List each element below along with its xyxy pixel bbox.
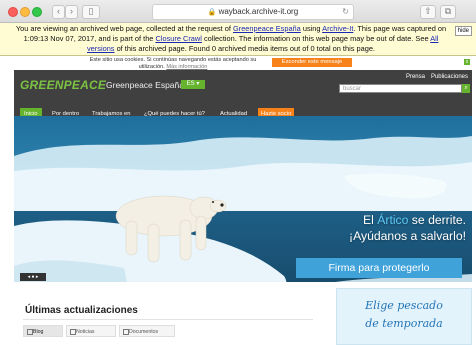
address-bar[interactable]: 🔒 wayback.archive-it.org ↻	[152, 4, 354, 20]
divider	[23, 319, 313, 320]
slider-controls[interactable]: ◂ ● ▸	[20, 273, 46, 281]
tab-documentos[interactable]: Documentos	[119, 325, 175, 337]
promo-line-1: Elige pescado	[365, 299, 443, 312]
close-icon[interactable]: x	[464, 59, 470, 65]
greenpeace-site: Este sitio usa cookies. Si continúas nav…	[14, 56, 472, 345]
tab-noticias[interactable]: Noticias	[66, 325, 116, 337]
cookie-notice: Este sitio usa cookies. Si continúas nav…	[14, 56, 472, 70]
country-selector[interactable]: ES ▾	[181, 80, 205, 89]
sidebar-button[interactable]: ▯	[82, 5, 100, 19]
document-icon	[123, 329, 129, 335]
close-window-button[interactable]	[8, 7, 18, 17]
tabs-icon: ⧉	[444, 6, 452, 16]
share-icon: ⇧	[424, 6, 432, 16]
blog-icon	[27, 329, 33, 335]
hero-headline: El Ártico se derrite. ¡Ayúdanos a salvar…	[349, 213, 466, 243]
link-prensa[interactable]: Prensa	[406, 74, 425, 80]
reload-icon[interactable]: ↻	[342, 5, 349, 19]
chevron-left-icon: ‹	[57, 6, 60, 16]
link-closure-crawl[interactable]: Closure Crawl	[155, 34, 201, 43]
sidebar-icon: ▯	[88, 6, 94, 16]
hide-banner-button[interactable]: hide	[454, 26, 472, 36]
address-text: wayback.archive-it.org	[218, 7, 299, 16]
chevron-right-icon: ›	[70, 6, 73, 16]
top-links: Prensa Publicaciones	[400, 74, 468, 80]
search-icon[interactable]: ⌕	[462, 84, 470, 93]
promo-line-2: de temporada	[365, 317, 443, 330]
share-button[interactable]: ⇧	[420, 5, 436, 19]
forward-button[interactable]: ›	[65, 5, 78, 19]
cookie-message: Este sitio usa cookies. Si continúas nav…	[89, 57, 257, 70]
sign-petition-button[interactable]: Firma para protegerlo	[296, 258, 462, 278]
wayback-message: You are viewing an archived web page, co…	[15, 24, 447, 53]
browser-toolbar: ‹ › ▯ 🔒 wayback.archive-it.org ↻ ⇧ ⧉	[0, 0, 476, 23]
tabs-button[interactable]: ⧉	[440, 5, 456, 19]
tab-blog[interactable]: Blog	[23, 325, 63, 337]
content-area: Últimas actualizaciones Blog Noticias Do…	[14, 282, 472, 345]
minimize-window-button[interactable]	[20, 7, 30, 17]
wayback-banner: You are viewing an archived web page, co…	[0, 23, 476, 56]
lock-icon: 🔒	[207, 9, 217, 16]
link-publicaciones[interactable]: Publicaciones	[431, 74, 468, 80]
hide-cookie-button[interactable]: Esconder este mensaje	[272, 58, 352, 67]
greenpeace-logo[interactable]: GREENPEACE	[20, 78, 106, 92]
search-input[interactable]: buscar	[339, 84, 462, 93]
back-button[interactable]: ‹	[52, 5, 65, 19]
country-name: Greenpeace España	[106, 80, 184, 90]
link-greenpeace-espana[interactable]: Greenpeace España	[233, 24, 301, 33]
link-archive-it[interactable]: Archive-It	[322, 24, 353, 33]
cookie-more-link[interactable]: Más información	[166, 64, 207, 70]
news-icon	[70, 329, 76, 335]
zoom-window-button[interactable]	[32, 7, 42, 17]
promo-banner[interactable]: Elige pescado de temporada	[336, 288, 472, 345]
updates-title: Últimas actualizaciones	[25, 305, 138, 316]
